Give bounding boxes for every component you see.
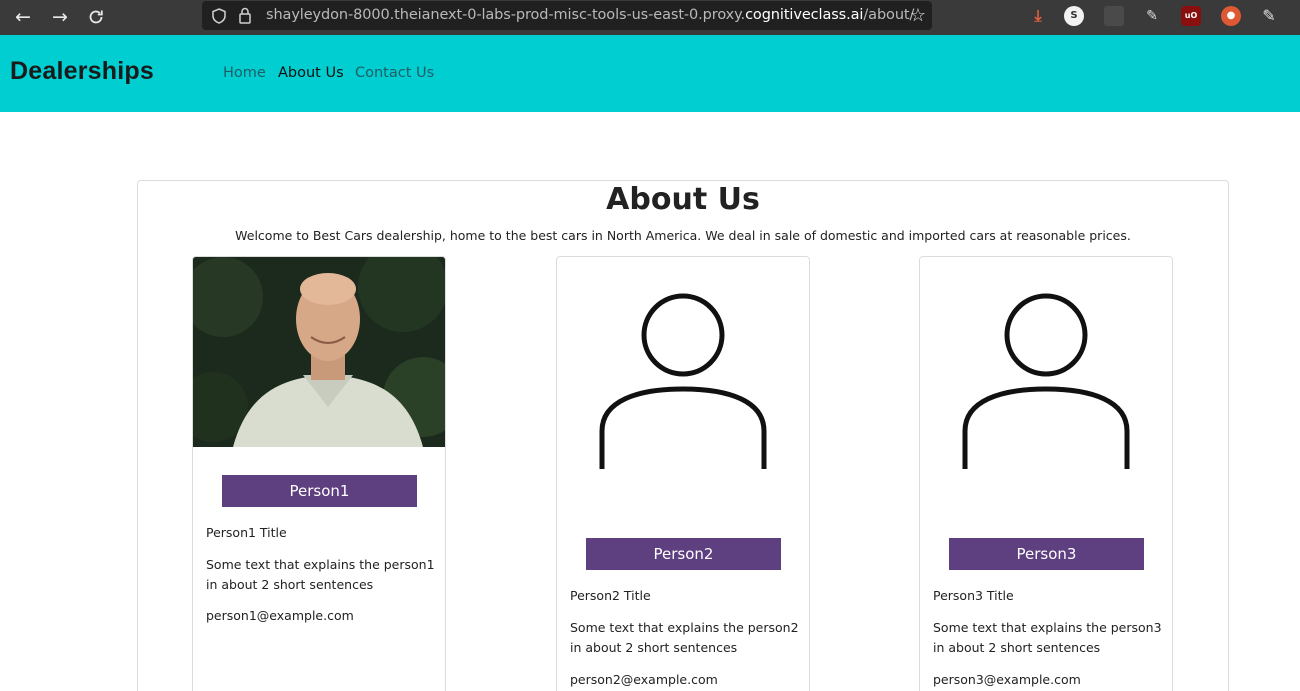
person3-email: person3@example.com	[933, 672, 1081, 687]
site-navbar: Dealerships Home About Us Contact Us	[0, 35, 1300, 112]
person1-email: person1@example.com	[206, 608, 354, 623]
person3-description: Some text that explains the person3 in a…	[933, 620, 1162, 655]
blank-extension-icon[interactable]	[1104, 6, 1124, 26]
ublock-icon[interactable]: uO	[1181, 6, 1201, 26]
nav-contact-link[interactable]: Contact Us	[355, 65, 434, 81]
person-outline-icon	[962, 293, 1130, 469]
person1-description: Some text that explains the person1 in a…	[206, 557, 435, 592]
url-text: shayleydon-8000.theianext-0-labs-prod-mi…	[266, 7, 915, 23]
person-card-1: Person1 Person1 Title Some text that exp…	[192, 256, 446, 691]
reload-icon[interactable]	[82, 3, 110, 31]
person2-title: Person2 Title	[570, 588, 651, 603]
person1-title: Person1 Title	[206, 525, 287, 540]
person1-photo	[193, 257, 445, 447]
bug-extension-icon[interactable]: ✎	[1142, 6, 1162, 26]
s-extension-icon[interactable]: S	[1064, 6, 1084, 26]
address-bar[interactable]: shayleydon-8000.theianext-0-labs-prod-mi…	[202, 1, 932, 30]
lock-icon[interactable]	[238, 7, 252, 28]
star-icon[interactable]: ☆	[910, 5, 926, 26]
puzzle-icon[interactable]: ✎	[1259, 6, 1279, 26]
brand-logo[interactable]: Dealerships	[10, 57, 154, 86]
person-card-3: Person3 Person3 Title Some text that exp…	[919, 256, 1173, 691]
intro-text: Welcome to Best Cars dealership, home to…	[235, 228, 1131, 243]
nav-home-link[interactable]: Home	[223, 65, 266, 81]
nav-about-link[interactable]: About Us	[278, 65, 344, 81]
person3-title: Person3 Title	[933, 588, 1014, 603]
arrow-left-icon[interactable]: ←	[9, 3, 37, 31]
person3-name: Person3	[949, 538, 1144, 570]
arrow-right-icon[interactable]: →	[46, 3, 74, 31]
page-title: About Us	[606, 182, 760, 217]
download-icon[interactable]: ⤓	[1028, 6, 1048, 26]
person2-email: person2@example.com	[570, 672, 718, 687]
browser-toolbar: ← → shayleydon-8000.theianext-0-labs-pro…	[0, 0, 1300, 35]
person1-name: Person1	[222, 475, 417, 507]
person2-name: Person2	[586, 538, 781, 570]
person-outline-icon	[599, 293, 767, 469]
person-card-2: Person2 Person2 Title Some text that exp…	[556, 256, 810, 691]
person2-description: Some text that explains the person2 in a…	[570, 620, 799, 655]
shield-icon[interactable]	[212, 8, 226, 28]
duckduckgo-icon[interactable]: ●	[1221, 6, 1241, 26]
